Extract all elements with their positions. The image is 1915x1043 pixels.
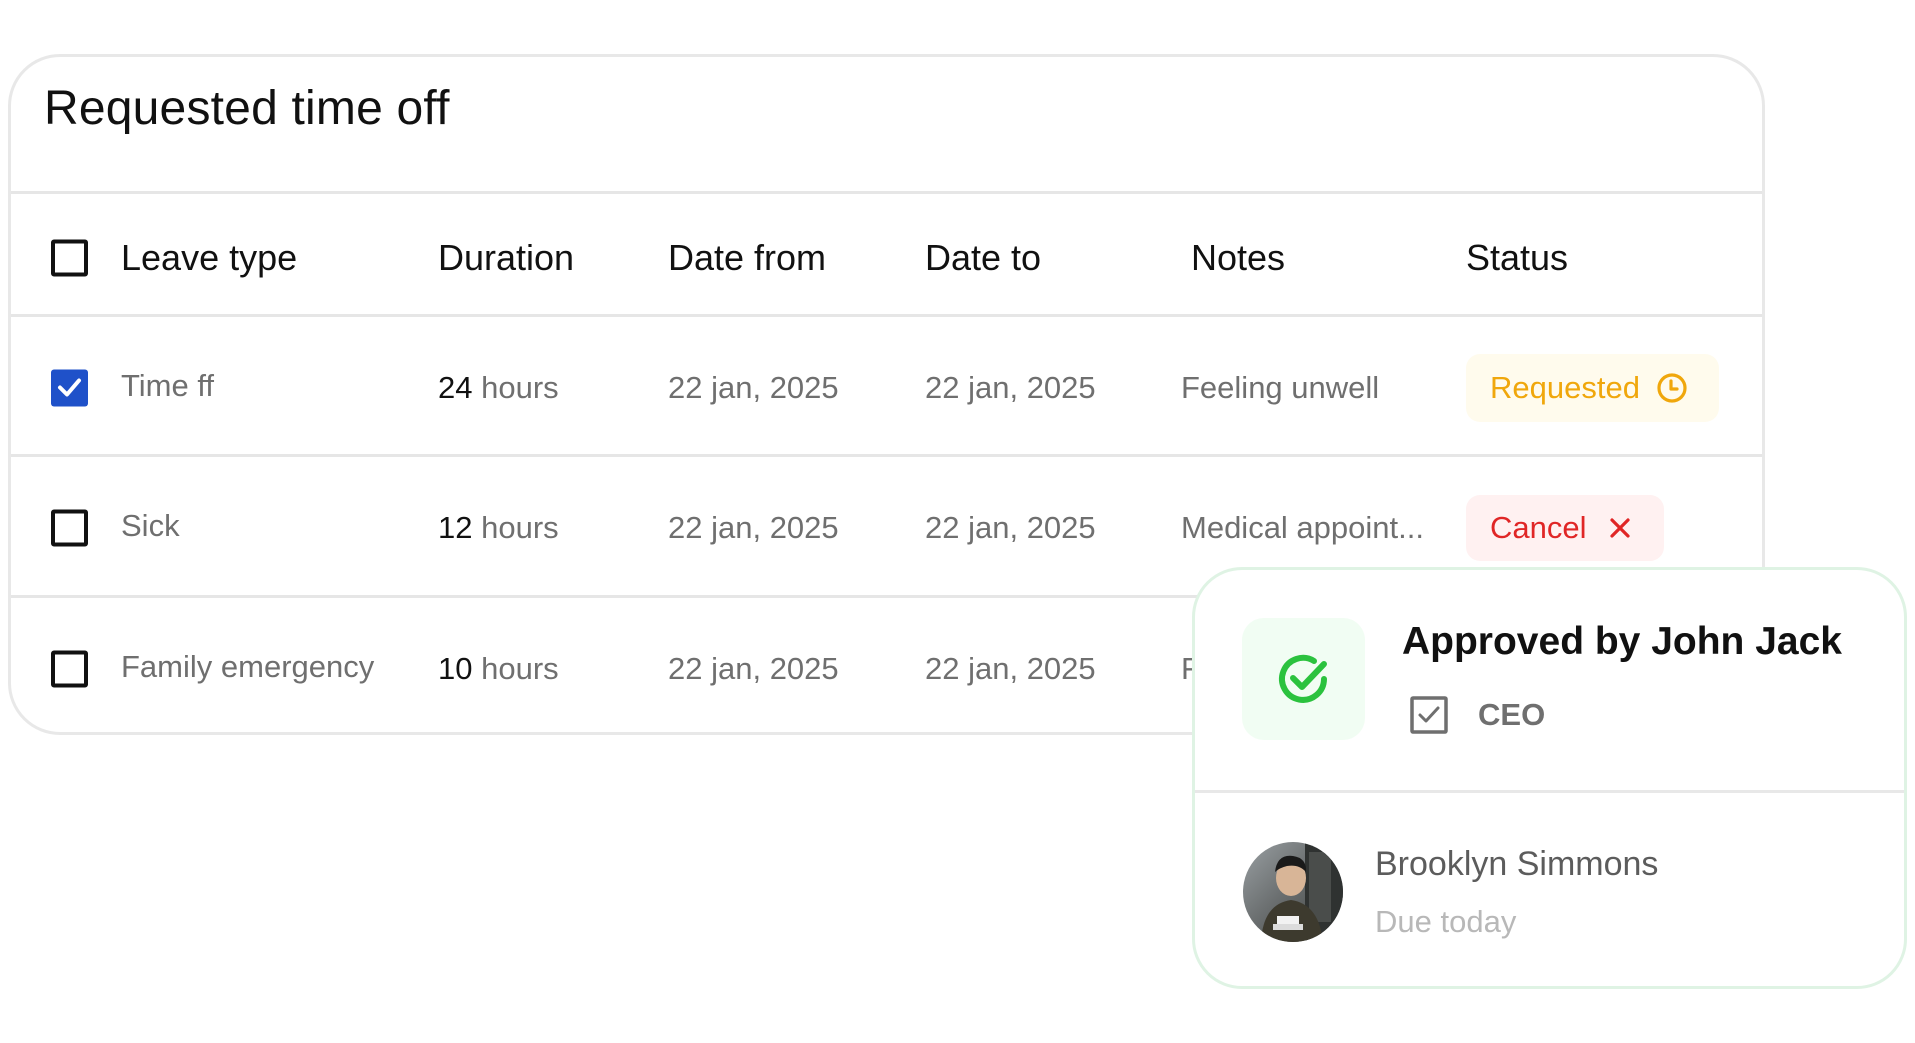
status-label: Cancel bbox=[1490, 510, 1587, 545]
assignee-name: Brooklyn Simmons bbox=[1375, 845, 1659, 883]
duration: 24 hours bbox=[438, 370, 559, 406]
divider bbox=[11, 454, 1762, 457]
notes: Medical appoint... bbox=[1181, 510, 1424, 545]
avatar-photo bbox=[1261, 842, 1343, 942]
row-checkbox[interactable] bbox=[51, 509, 88, 547]
duration-value: 24 bbox=[438, 370, 473, 405]
checkmark-icon bbox=[58, 378, 81, 397]
date-to: 22 jan, 2025 bbox=[925, 651, 1096, 686]
column-header-notes[interactable]: Notes bbox=[1191, 237, 1285, 279]
approved-status-box bbox=[1242, 618, 1365, 740]
column-header-date-to[interactable]: Date to bbox=[925, 237, 1041, 279]
checkbox-checked-icon bbox=[1410, 696, 1448, 739]
select-all-checkbox[interactable] bbox=[51, 239, 88, 277]
clock-icon bbox=[1656, 372, 1688, 404]
leave-type: Time ff bbox=[121, 368, 215, 403]
divider bbox=[11, 191, 1762, 194]
x-icon bbox=[1609, 517, 1631, 539]
status-label: Requested bbox=[1490, 370, 1640, 405]
status-badge-requested[interactable]: Requested bbox=[1466, 354, 1719, 422]
column-header-date-from[interactable]: Date from bbox=[668, 237, 826, 279]
duration-unit: hours bbox=[481, 651, 559, 686]
duration: 10 hours bbox=[438, 651, 559, 687]
approver-role: CEO bbox=[1478, 697, 1546, 732]
date-from: 22 jan, 2025 bbox=[668, 651, 839, 686]
approval-card: Approved by John Jack CEO Brooklyn Simmo… bbox=[1192, 567, 1907, 989]
duration-unit: hours bbox=[481, 370, 559, 405]
date-to: 22 jan, 2025 bbox=[925, 370, 1096, 405]
card-title: Requested time off bbox=[44, 82, 450, 135]
row-checkbox[interactable] bbox=[51, 369, 88, 407]
column-header-status[interactable]: Status bbox=[1466, 237, 1568, 279]
duration: 12 hours bbox=[438, 510, 559, 546]
column-header-duration[interactable]: Duration bbox=[438, 237, 574, 279]
duration-unit: hours bbox=[481, 510, 559, 545]
due-date: Due today bbox=[1375, 904, 1517, 939]
date-to: 22 jan, 2025 bbox=[925, 510, 1096, 545]
status-badge-cancel[interactable]: Cancel bbox=[1466, 495, 1664, 561]
duration-value: 10 bbox=[438, 651, 473, 686]
date-from: 22 jan, 2025 bbox=[668, 510, 839, 545]
divider bbox=[1195, 790, 1904, 793]
avatar[interactable] bbox=[1243, 842, 1343, 942]
divider bbox=[11, 314, 1762, 317]
column-header-leave-type[interactable]: Leave type bbox=[121, 237, 297, 279]
approved-by-title: Approved by John Jack bbox=[1402, 620, 1842, 663]
date-from: 22 jan, 2025 bbox=[668, 370, 839, 405]
leave-type: Sick bbox=[121, 508, 180, 543]
duration-value: 12 bbox=[438, 510, 473, 545]
notes: Feeling unwell bbox=[1181, 370, 1380, 405]
leave-type: Family emergency bbox=[121, 649, 375, 684]
check-circle-icon bbox=[1278, 654, 1327, 703]
row-checkbox[interactable] bbox=[51, 650, 88, 688]
